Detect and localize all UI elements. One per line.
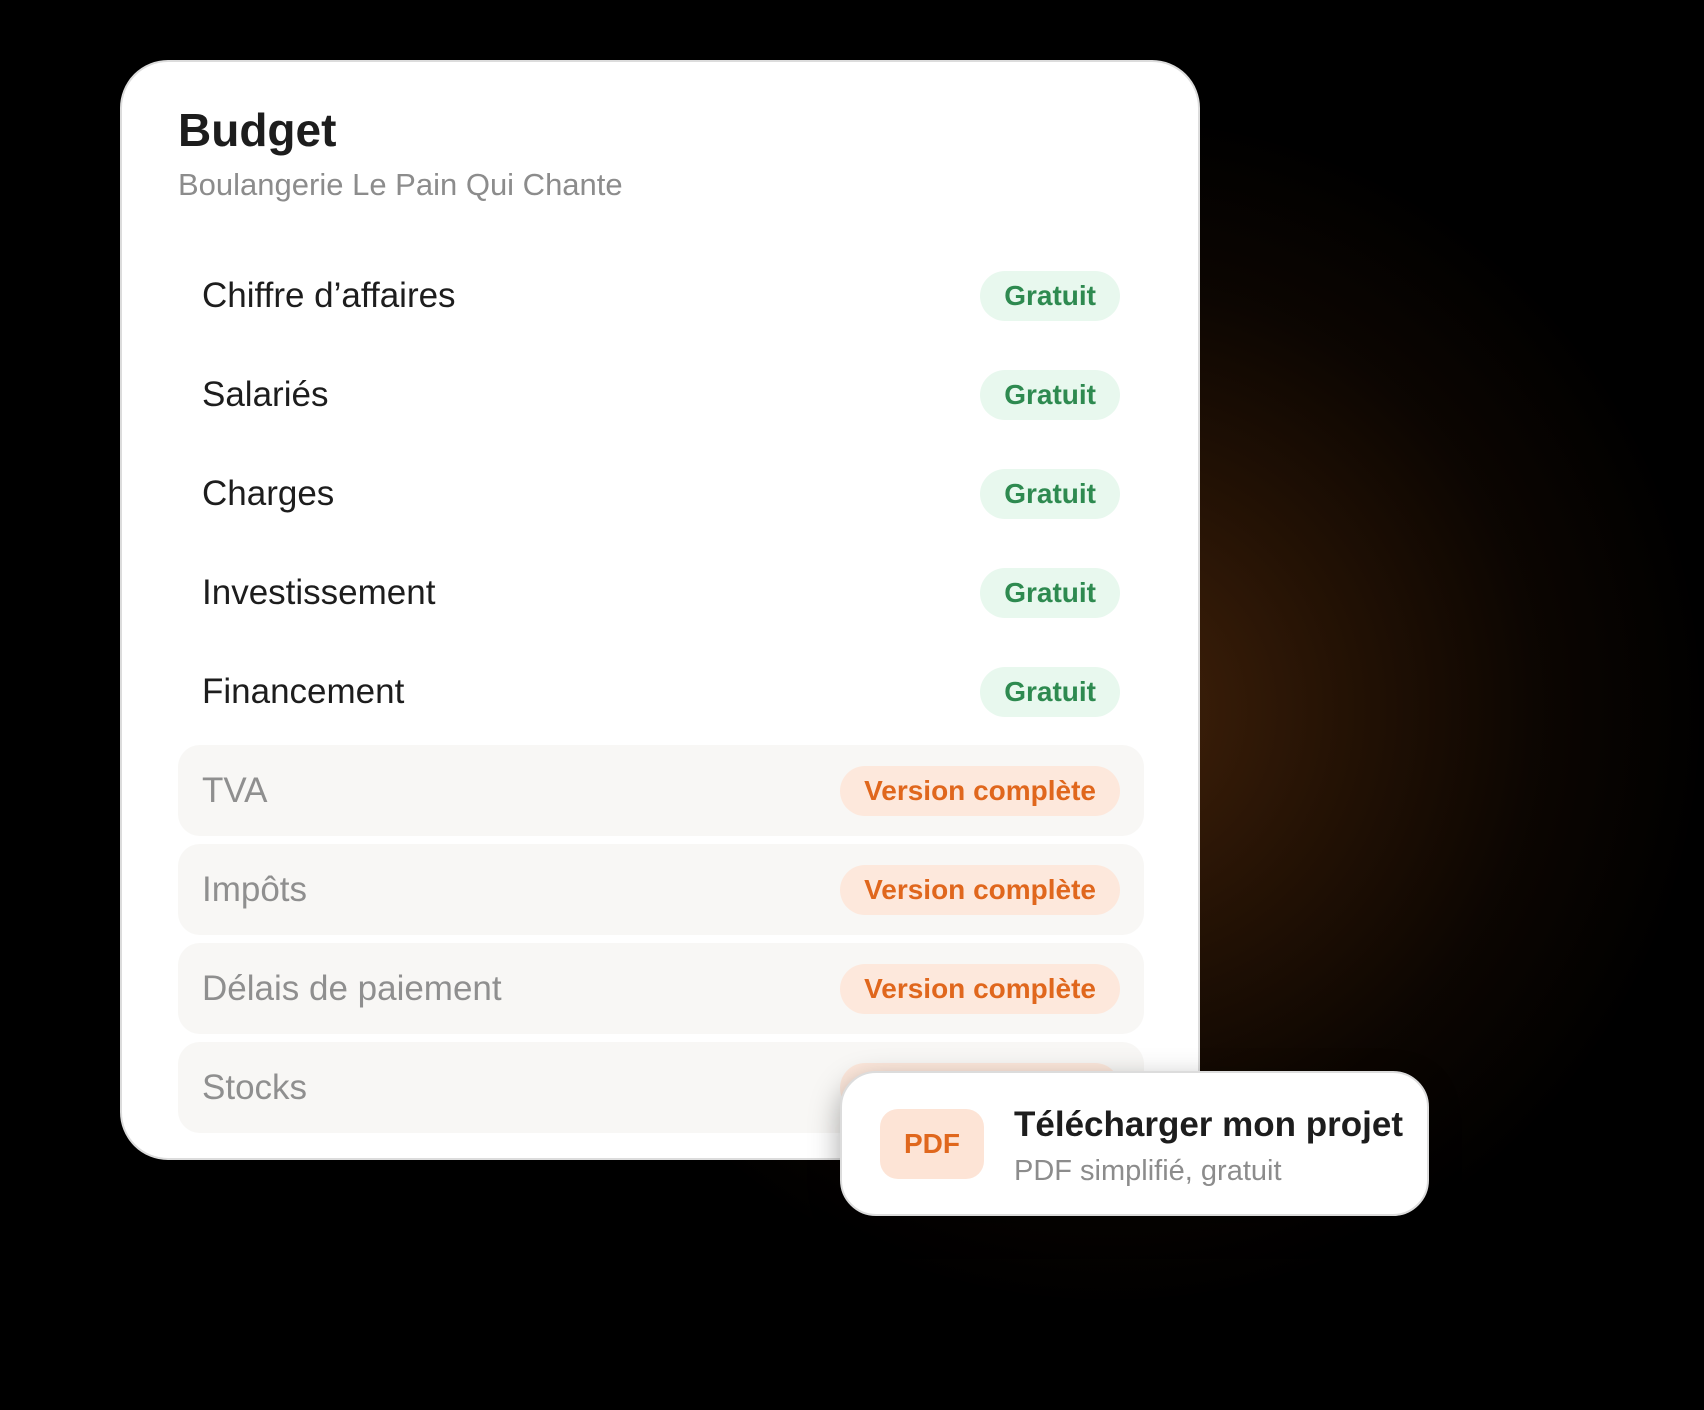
- budget-row-delais-paiement[interactable]: Délais de paiement Version complète: [178, 943, 1144, 1034]
- budget-row-chiffre-affaires[interactable]: Chiffre d’affaires Gratuit: [178, 250, 1144, 341]
- full-version-badge: Version complète: [840, 963, 1120, 1014]
- download-project-button[interactable]: PDF Télécharger mon projet PDF simplifié…: [840, 1071, 1429, 1216]
- full-version-badge: Version complète: [840, 765, 1120, 816]
- row-label: Délais de paiement: [202, 969, 502, 1008]
- budget-row-financement[interactable]: Financement Gratuit: [178, 646, 1144, 737]
- download-subtitle: PDF simplifié, gratuit: [1014, 1155, 1282, 1187]
- free-badge: Gratuit: [980, 468, 1120, 519]
- row-label: Impôts: [202, 870, 308, 909]
- pdf-icon: PDF: [880, 1109, 984, 1179]
- row-label: Chiffre d’affaires: [202, 276, 456, 315]
- row-label: Investissement: [202, 573, 436, 612]
- row-label: Stocks: [202, 1068, 308, 1107]
- budget-row-investissement[interactable]: Investissement Gratuit: [178, 547, 1144, 638]
- free-badge: Gratuit: [980, 369, 1120, 420]
- card-title: Budget: [178, 104, 337, 156]
- free-badge: Gratuit: [980, 666, 1120, 717]
- row-label: Salariés: [202, 375, 329, 414]
- row-label: Financement: [202, 672, 405, 711]
- budget-card: Budget Boulangerie Le Pain Qui Chante Ch…: [120, 60, 1200, 1160]
- row-label: Charges: [202, 474, 335, 513]
- download-title: Télécharger mon projet: [1014, 1105, 1403, 1144]
- budget-section-list: Chiffre d’affaires Gratuit Salariés Grat…: [178, 250, 1144, 1141]
- full-version-badge: Version complète: [840, 864, 1120, 915]
- card-subtitle: Boulangerie Le Pain Qui Chante: [178, 167, 623, 202]
- free-badge: Gratuit: [980, 270, 1120, 321]
- free-badge: Gratuit: [980, 567, 1120, 618]
- budget-row-impots[interactable]: Impôts Version complète: [178, 844, 1144, 935]
- budget-row-charges[interactable]: Charges Gratuit: [178, 448, 1144, 539]
- row-label: TVA: [202, 771, 268, 810]
- budget-row-tva[interactable]: TVA Version complète: [178, 745, 1144, 836]
- budget-row-salaries[interactable]: Salariés Gratuit: [178, 349, 1144, 440]
